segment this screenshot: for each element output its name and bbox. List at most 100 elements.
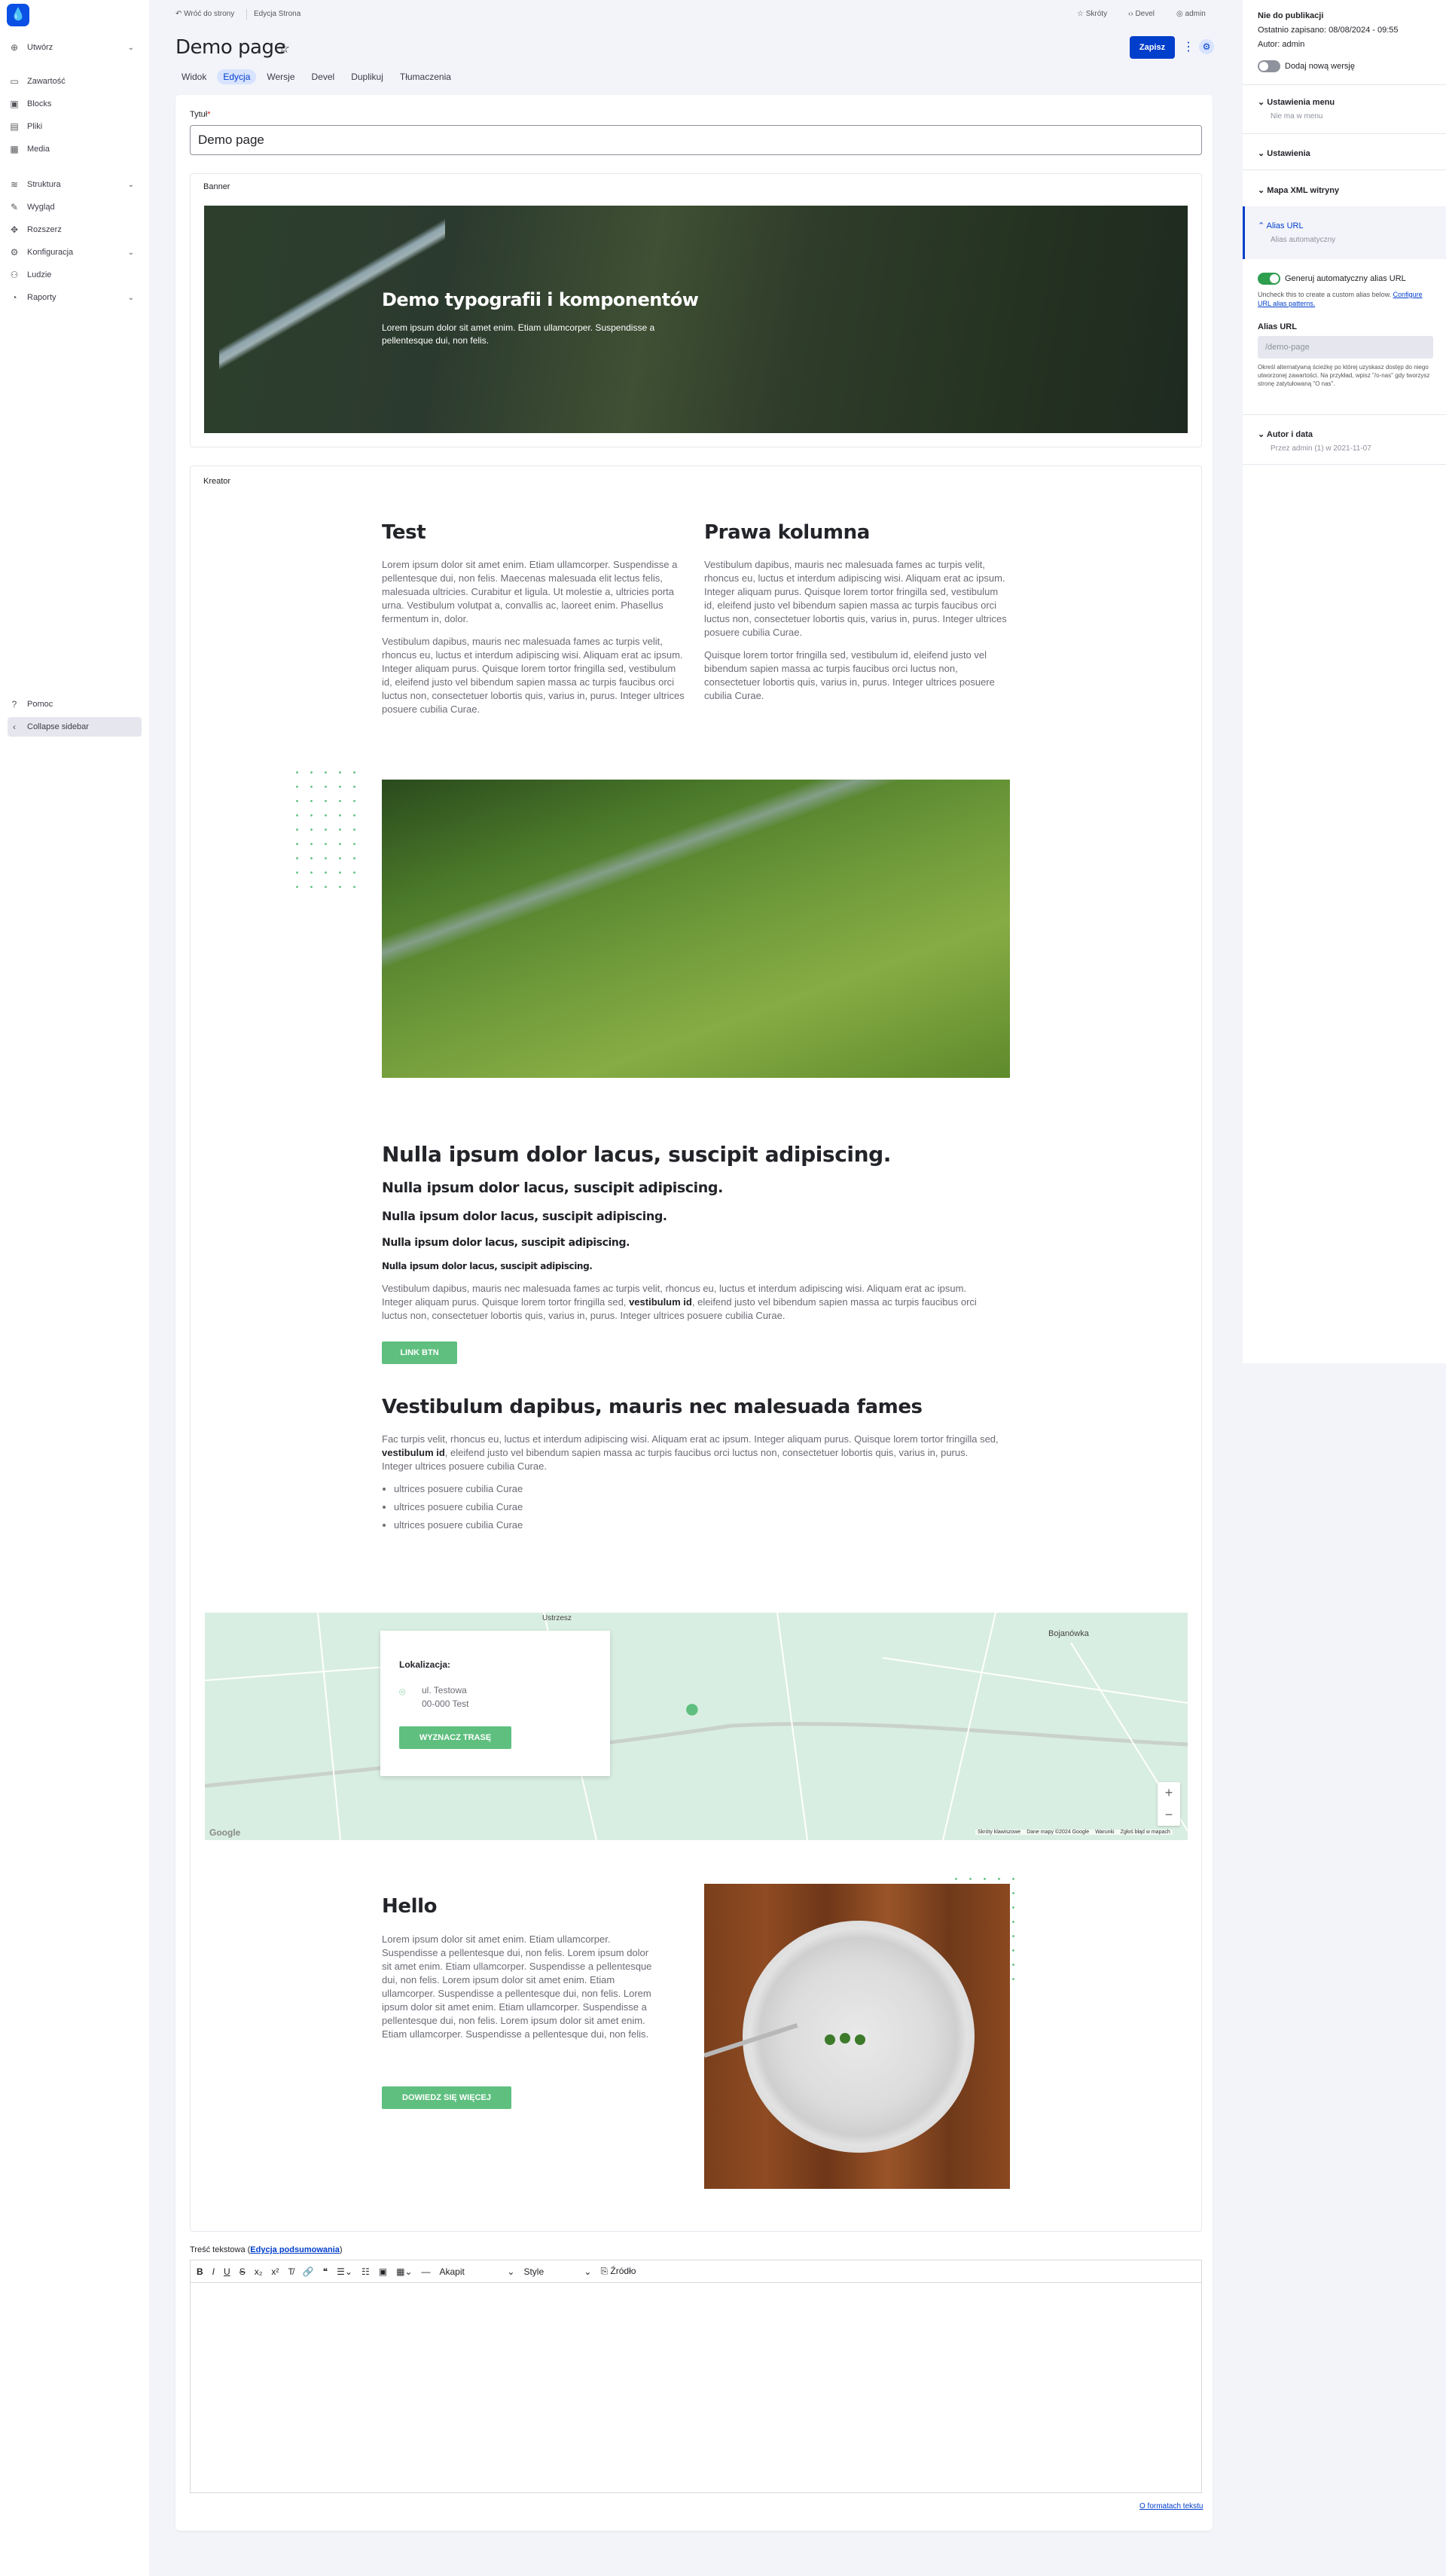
tab-devel[interactable]: Devel (306, 69, 341, 84)
location-address: ul. Testowa 00-000 Test (422, 1683, 469, 1711)
location-title: Lokalizacja: (399, 1659, 451, 1670)
style-select[interactable]: Style ⌄ (523, 2266, 591, 2277)
drupal-logo-icon[interactable]: 💧 (7, 4, 29, 26)
gear-icon: ⚙ (10, 247, 19, 258)
source-label: Źródło (610, 2266, 636, 2276)
sidebar-item-label: Struktura (27, 180, 61, 189)
remove-format-icon[interactable]: T̸ (288, 2266, 293, 2277)
blockquote-icon[interactable]: ❝ (323, 2266, 328, 2277)
numbered-list-icon[interactable]: ☰⌄ (337, 2266, 352, 2277)
divider (1243, 84, 1446, 85)
link-button[interactable]: LINK BTN (382, 1341, 457, 1364)
sidebar-item-extend[interactable]: ✥ Rozszerz (8, 220, 142, 240)
zoom-out-button[interactable]: − (1158, 1804, 1180, 1826)
sidebar-item-blocks[interactable]: ▣ Blocks (8, 94, 142, 114)
col2-paragraph-2: Quisque lorem tortor fringilla sed, vest… (704, 649, 995, 701)
tab-view[interactable]: Widok (175, 69, 212, 84)
more-actions-icon[interactable]: ⋮ (1182, 39, 1194, 54)
sidebar-item-appearance[interactable]: ✎ Wygląd (8, 197, 142, 217)
body-label: Treść tekstowa (Edycja podsumowania) (190, 2245, 343, 2254)
sidebar-item-reports[interactable]: ◔ Raporty ⌄ (8, 288, 142, 307)
sidebar-item-label: Konfiguracja (27, 248, 74, 257)
auto-alias-toggle[interactable] (1258, 273, 1280, 285)
new-revision-toggle[interactable] (1258, 60, 1280, 72)
banner-text: Lorem ipsum dolor sit amet enim. Etiam u… (382, 322, 655, 346)
media-icon[interactable]: ▣ (379, 2266, 387, 2277)
google-map[interactable]: Ustrzesz Bojanówka ● + − Google Skróty k… (205, 1613, 1188, 1840)
superscript-icon[interactable]: x² (271, 2266, 279, 2277)
map-footer-link[interactable]: Warunki (1095, 1830, 1114, 1835)
tab-revisions[interactable]: Wersje (261, 69, 300, 84)
alias-help: Określ alternatywną ścieżkę po której uz… (1258, 364, 1430, 387)
text-formats-link[interactable]: O formatach tekstu (1139, 2502, 1203, 2510)
brush-icon: ✎ (10, 202, 19, 212)
horizontal-line-icon[interactable]: — (421, 2266, 430, 2277)
sitemap-toggle[interactable]: ⌄ Mapa XML witryny (1258, 185, 1339, 195)
menu-settings-toggle[interactable]: ⌄ Ustawienia menu (1258, 97, 1335, 107)
learn-more-button[interactable]: DOWIEDZ SIĘ WIĘCEJ (382, 2086, 511, 2109)
map-roads (205, 1613, 1188, 1840)
table-icon[interactable]: ▦⌄ (396, 2266, 412, 2277)
typography-paragraph: Vestibulum dapibus, mauris nec malesuada… (382, 1282, 999, 1323)
sidebar-item-media[interactable]: ▦ Media (8, 139, 142, 159)
link-icon[interactable]: 🔗 (303, 2266, 314, 2277)
underline-icon[interactable]: U (224, 2266, 230, 2277)
breadcrumb[interactable]: Edycja Strona (254, 10, 300, 18)
col1-title: Test (382, 521, 426, 544)
italic-icon[interactable]: I (212, 2266, 215, 2277)
source-button[interactable]: ⎘ Źródło (600, 2266, 636, 2277)
title-input[interactable]: Demo page (190, 125, 1202, 155)
strikethrough-icon[interactable]: S (239, 2266, 246, 2277)
star-icon[interactable]: ☆ (278, 41, 290, 56)
alias-input[interactable]: /demo-page (1258, 336, 1433, 359)
back-link[interactable]: ↶ Wróć do strony (175, 10, 234, 18)
col2-title: Prawa kolumna (704, 521, 870, 544)
title-label: Tytuł* (190, 110, 211, 119)
tab-edit[interactable]: Edycja (217, 69, 257, 84)
bullet-list-icon[interactable]: ☷ (362, 2266, 370, 2277)
map-pin-icon[interactable]: ● (684, 1693, 709, 1723)
save-button[interactable]: Zapisz (1130, 36, 1175, 59)
url-alias-section-header[interactable] (1243, 206, 1446, 259)
sidebar-item-people[interactable]: ⚇ Ludzie (8, 265, 142, 285)
landscape-image (382, 780, 1010, 1078)
tab-duplicate[interactable]: Duplikuj (345, 69, 389, 84)
river-shape (382, 780, 1010, 1078)
tab-translations[interactable]: Tłumaczenia (394, 69, 457, 84)
author-date-toggle[interactable]: ⌄ Autor i data (1258, 429, 1313, 439)
sidebar-item-files[interactable]: ▤ Pliki (8, 117, 142, 136)
zoom-in-button[interactable]: + (1158, 1782, 1180, 1804)
back-label: Wróć do strony (184, 10, 235, 18)
shortcuts-label: Skróty (1085, 10, 1108, 18)
sidebar-item-create[interactable]: ⊕ Utwórz ⌄ (8, 38, 142, 57)
chart-icon: ◔ (11, 292, 17, 303)
author-info: Autor: admin (1258, 40, 1305, 49)
sidebar-item-configuration[interactable]: ⚙ Konfiguracja ⌄ (8, 243, 142, 262)
user-menu[interactable]: ◎ admin (1176, 10, 1206, 18)
sidebar-toggle-icon[interactable]: ⚙ (1199, 39, 1214, 54)
sidebar-item-content[interactable]: ▭ Zawartość (8, 72, 142, 91)
collapse-sidebar-button[interactable]: ‹ Collapse sidebar (8, 717, 142, 737)
sidebar-item-structure[interactable]: ≋ Struktura ⌄ (8, 175, 142, 194)
bold-icon[interactable]: B (197, 2266, 203, 2277)
body-editor[interactable] (190, 2282, 1202, 2493)
section-title: Mapa XML witryny (1267, 186, 1340, 195)
banner-image (204, 206, 1188, 433)
edit-summary-link[interactable]: Edycja podsumowania (250, 2245, 340, 2254)
devel-link[interactable]: ‹› Devel (1128, 10, 1155, 18)
user-label: admin (1185, 10, 1206, 18)
kreator-label: Kreator (203, 477, 231, 486)
meta-sidebar (1243, 0, 1446, 1363)
settings-toggle[interactable]: ⌄ Ustawienia (1258, 148, 1310, 158)
route-button[interactable]: WYZNACZ TRASĘ (399, 1726, 511, 1749)
format-select[interactable]: Akapit ⌄ (439, 2266, 514, 2277)
address-line: 00-000 Test (422, 1699, 469, 1709)
sidebar-help[interactable]: ? Pomoc (8, 694, 142, 714)
subscript-icon[interactable]: x₂ (255, 2266, 263, 2277)
shortcuts-link[interactable]: ☆ Skróty (1077, 10, 1107, 18)
map-footer-link[interactable]: Zgłoś błąd w mapach (1121, 1830, 1170, 1835)
url-alias-toggle[interactable]: ⌃ Alias URL (1258, 221, 1304, 230)
map-footer-link[interactable]: Skróty klawiszowe (978, 1830, 1020, 1835)
section-title: Alias URL (1266, 221, 1304, 230)
bullet-list: ultrices posuere cubilia Curae ultrices … (394, 1480, 695, 1534)
